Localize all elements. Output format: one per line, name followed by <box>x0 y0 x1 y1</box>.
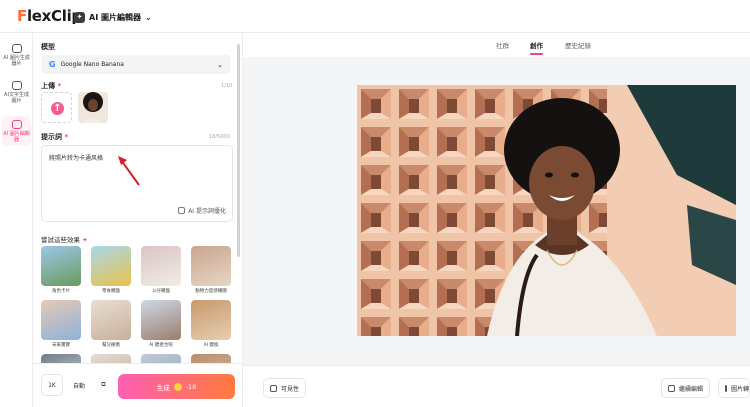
effect-thumbnail <box>191 300 231 340</box>
panel-scrollbar[interactable] <box>237 44 240 257</box>
model-value: Google Nano Banana <box>60 61 124 68</box>
generate-bar: 1K 自動 ⧉ 生成 -18 <box>33 363 242 407</box>
effect-caption: AI 聽者合照 <box>149 343 173 348</box>
image-generate-icon <box>11 44 22 53</box>
effect-tile[interactable]: 角色卡片 <box>41 246 81 294</box>
prompt-label: 提示詞 * <box>41 133 69 141</box>
effect-tile[interactable]: 公仔櫃盤 <box>141 246 181 294</box>
tool-rail: AI 圖片生成器片 AI文字生成圖片 AI 圖片編輯器 <box>0 33 33 407</box>
effect-thumbnail <box>91 246 131 286</box>
visibility-button[interactable]: 可見性 <box>263 378 307 398</box>
image-convert-button[interactable]: 圖片轉 <box>718 378 750 398</box>
rail-item-label: AI 圖片生成器片 <box>3 55 30 67</box>
canvas-area: 社群 創作 歷史紀錄 可見性 繼續編輯 圖片轉 <box>243 33 750 407</box>
effect-tile[interactable]: AI 變換 <box>191 300 231 348</box>
effect-caption: 零食櫃盤 <box>102 289 120 294</box>
generated-cartoon-image[interactable] <box>357 85 736 336</box>
generate-button[interactable]: 生成 -18 <box>118 374 235 399</box>
image-edit-icon <box>11 120 22 129</box>
model-label: 模型 <box>41 43 55 51</box>
effect-caption: 未來寶寶 <box>52 343 70 348</box>
effect-caption: 幫兒療癒 <box>102 343 120 348</box>
rail-item-image-editor[interactable]: AI 圖片編輯器 <box>2 116 31 146</box>
prompt-text: 將照片转为卡通风格 <box>49 155 104 162</box>
rail-item-image-generator[interactable]: AI 圖片生成器片 <box>2 44 31 74</box>
continue-edit-button[interactable]: 繼續編輯 <box>661 378 711 398</box>
credit-coin-icon <box>173 382 182 391</box>
effect-tile[interactable]: 動物力度感櫃圖 <box>191 246 231 294</box>
upload-label: 上傳 * <box>41 82 62 90</box>
effect-caption: 動物力度感櫃圖 <box>195 289 227 294</box>
prompt-count: 18/5000 <box>209 134 230 140</box>
google-logo-icon: G <box>49 60 56 69</box>
resolution-button[interactable]: 1K <box>41 374 63 396</box>
try-effects-label: 嘗試這些效果 ✦ <box>41 236 88 244</box>
effect-thumbnail <box>91 300 131 340</box>
ai-badge-icon: ✦ <box>74 11 85 23</box>
upload-add-button[interactable]: ↑ <box>41 92 72 123</box>
text-to-image-icon <box>11 81 22 90</box>
active-tab-indicator <box>530 53 543 55</box>
uploaded-photo-thumb[interactable] <box>78 92 108 123</box>
chevron-down-icon: ⌄ <box>217 60 223 69</box>
top-bar: FlexClip ✦ AI 圖片編輯器 ⌄ <box>0 0 750 33</box>
effect-thumbnail <box>141 300 181 340</box>
effect-thumbnail <box>41 246 81 286</box>
effect-caption: AI 變換 <box>203 343 219 348</box>
effect-thumbnail <box>141 246 181 286</box>
tab-history[interactable]: 歷史紀錄 <box>565 40 591 50</box>
edit-icon <box>668 384 675 392</box>
effect-tile[interactable]: 幫兒療癒 <box>91 300 131 348</box>
image-icon <box>725 384 727 392</box>
ai-optimize-icon <box>178 207 186 214</box>
canvas-toolbar: 可見性 繼續編輯 圖片轉 <box>243 365 750 407</box>
tab-community[interactable]: 社群 <box>496 40 509 50</box>
annotation-arrow-icon <box>118 156 140 186</box>
upload-count: 1/10 <box>221 83 233 89</box>
aspect-button[interactable]: 自動 <box>67 374 91 396</box>
effect-caption: 公仔櫃盤 <box>152 289 170 294</box>
view-tabs: 社群 創作 歷史紀錄 <box>243 33 750 57</box>
plus-icon: ↑ <box>51 102 64 115</box>
effect-caption: 角色卡片 <box>52 289 70 294</box>
effect-tile[interactable]: 未來寶寶 <box>41 300 81 348</box>
reference-image-icon[interactable]: ⧉ <box>95 374 112 396</box>
model-select[interactable]: G Google Nano Banana ⌄ <box>41 55 231 74</box>
app-switcher[interactable]: ✦ AI 圖片編輯器 ⌄ <box>74 9 152 25</box>
effect-thumbnail <box>191 246 231 286</box>
settings-panel: 模型 G Google Nano Banana ⌄ 上傳 * 1/10 ↑ 提示… <box>33 33 243 407</box>
tab-create[interactable]: 創作 <box>530 40 543 50</box>
rail-item-text-to-image[interactable]: AI文字生成圖片 <box>2 81 31 111</box>
rail-item-label: AI文字生成圖片 <box>4 92 29 104</box>
effect-tile[interactable]: AI 聽者合照 <box>141 300 181 348</box>
chevron-down-icon: ⌄ <box>144 12 152 22</box>
effect-thumbnail <box>41 300 81 340</box>
sparkle-icon: ✦ <box>82 236 88 244</box>
app-switcher-label: AI 圖片編輯器 <box>89 12 141 22</box>
effect-tile[interactable]: 零食櫃盤 <box>91 246 131 294</box>
rail-item-label: AI 圖片編輯器 <box>3 131 30 143</box>
eye-icon <box>270 384 277 392</box>
prompt-optimize-button[interactable]: AI 提示詞優化 <box>178 206 226 215</box>
prompt-textarea[interactable]: 將照片转为卡通风格 AI 提示詞優化 <box>41 145 233 222</box>
flexclip-logo[interactable]: FlexClip <box>17 7 82 25</box>
